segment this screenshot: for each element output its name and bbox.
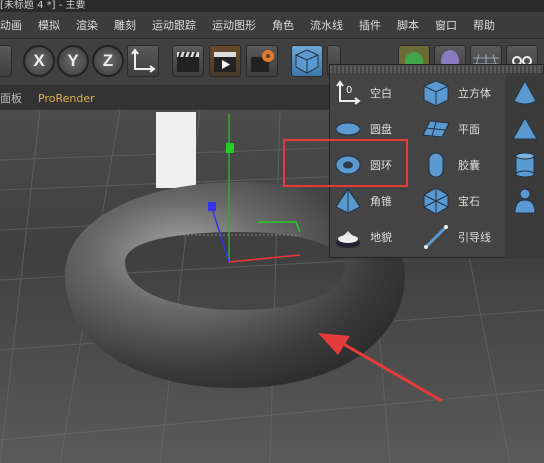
menu-item-disc-label: 圆盘 [370, 123, 392, 136]
menu-animation[interactable]: 动画 [0, 17, 30, 33]
tab-prorender[interactable]: ProRender [30, 92, 103, 105]
guide-icon [422, 223, 450, 251]
menu-motion-tracking[interactable]: 运动跟踪 [144, 17, 204, 33]
menu-character[interactable]: 角色 [264, 17, 302, 33]
cube-tool-button[interactable] [291, 45, 323, 77]
toolbar-left-button[interactable] [0, 45, 12, 77]
menu-item-null-label: 空白 [370, 87, 392, 100]
menu-item-plane-label: 平面 [458, 123, 480, 136]
axis-y-label: Y [67, 51, 79, 70]
highlight-box-torus [283, 139, 408, 187]
gear-icon [251, 50, 274, 72]
landscape-icon [334, 223, 362, 251]
render-picture-viewer-button[interactable] [209, 45, 241, 77]
menu-render[interactable]: 渲染 [68, 17, 106, 33]
capsule-icon [422, 151, 450, 179]
primitive-icon-column [505, 73, 544, 259]
menu-item-null[interactable]: 0 空白 [330, 75, 392, 111]
menu-item-pyramid-label: 角锥 [370, 195, 392, 208]
y-axis-handle[interactable] [226, 143, 234, 153]
menu-drag-handle[interactable] [330, 65, 543, 73]
null-icon: 0 [334, 79, 362, 107]
menu-pipeline[interactable]: 流水线 [302, 17, 351, 33]
cube-icon [422, 79, 450, 107]
menu-item-capsule[interactable]: 胶囊 [418, 147, 480, 183]
coordinate-system-button[interactable] [127, 45, 159, 77]
plane-icon [422, 115, 450, 143]
figure-icon[interactable] [511, 187, 539, 218]
menu-item-capsule-label: 胶囊 [458, 159, 480, 172]
axis-z-label: Z [102, 51, 114, 70]
axis-x-label: X [33, 51, 45, 70]
coordinate-system-icon [131, 48, 156, 73]
render-settings-button[interactable] [246, 45, 278, 77]
window-title-text: [未标题 4 *] - 主要 [0, 0, 86, 11]
menu-bar: 动画 模拟 渲染 雕刻 运动跟踪 运动图形 角色 流水线 插件 脚本 窗口 帮助 [0, 12, 544, 39]
menu-sculpt[interactable]: 雕刻 [106, 17, 144, 33]
menu-item-landscape-label: 地貌 [370, 231, 392, 244]
menu-item-cube[interactable]: 立方体 [418, 75, 491, 111]
menu-item-landscape[interactable]: 地貌 [330, 219, 392, 255]
menu-simulate[interactable]: 模拟 [30, 17, 68, 33]
clapper-icon [177, 51, 199, 72]
window-title: [未标题 4 *] - 主要 [0, 0, 544, 12]
clapper-play-icon [214, 52, 236, 72]
menu-item-guide[interactable]: 引导线 [418, 219, 491, 255]
render-view-button[interactable] [172, 45, 204, 77]
menu-script[interactable]: 脚本 [389, 17, 427, 33]
pyramid-icon [334, 187, 362, 215]
z-axis-handle[interactable] [208, 202, 216, 211]
menu-item-pyramid[interactable]: 角锥 [330, 183, 392, 219]
menu-help[interactable]: 帮助 [465, 17, 503, 33]
menu-item-plane[interactable]: 平面 [418, 111, 480, 147]
cylinder-icon[interactable] [511, 151, 539, 182]
axis-x-button[interactable]: X [23, 45, 55, 77]
cube-icon [295, 49, 319, 74]
cone-icon[interactable] [511, 79, 539, 110]
gem-icon [422, 187, 450, 215]
axis-z-button[interactable]: Z [92, 45, 124, 77]
axis-y-button[interactable]: Y [57, 45, 89, 77]
tab-panel[interactable]: 面板 [0, 90, 30, 106]
menu-item-gem[interactable]: 宝石 [418, 183, 480, 219]
menu-window[interactable]: 窗口 [427, 17, 465, 33]
svg-text:0: 0 [346, 85, 352, 96]
pyramid-small-icon[interactable] [511, 115, 539, 146]
menu-item-cube-label: 立方体 [458, 87, 491, 100]
menu-item-guide-label: 引导线 [458, 231, 491, 244]
menu-mograph[interactable]: 运动图形 [204, 17, 264, 33]
white-box-object[interactable] [156, 112, 196, 188]
menu-item-gem-label: 宝石 [458, 195, 480, 208]
menu-plugins[interactable]: 插件 [351, 17, 389, 33]
